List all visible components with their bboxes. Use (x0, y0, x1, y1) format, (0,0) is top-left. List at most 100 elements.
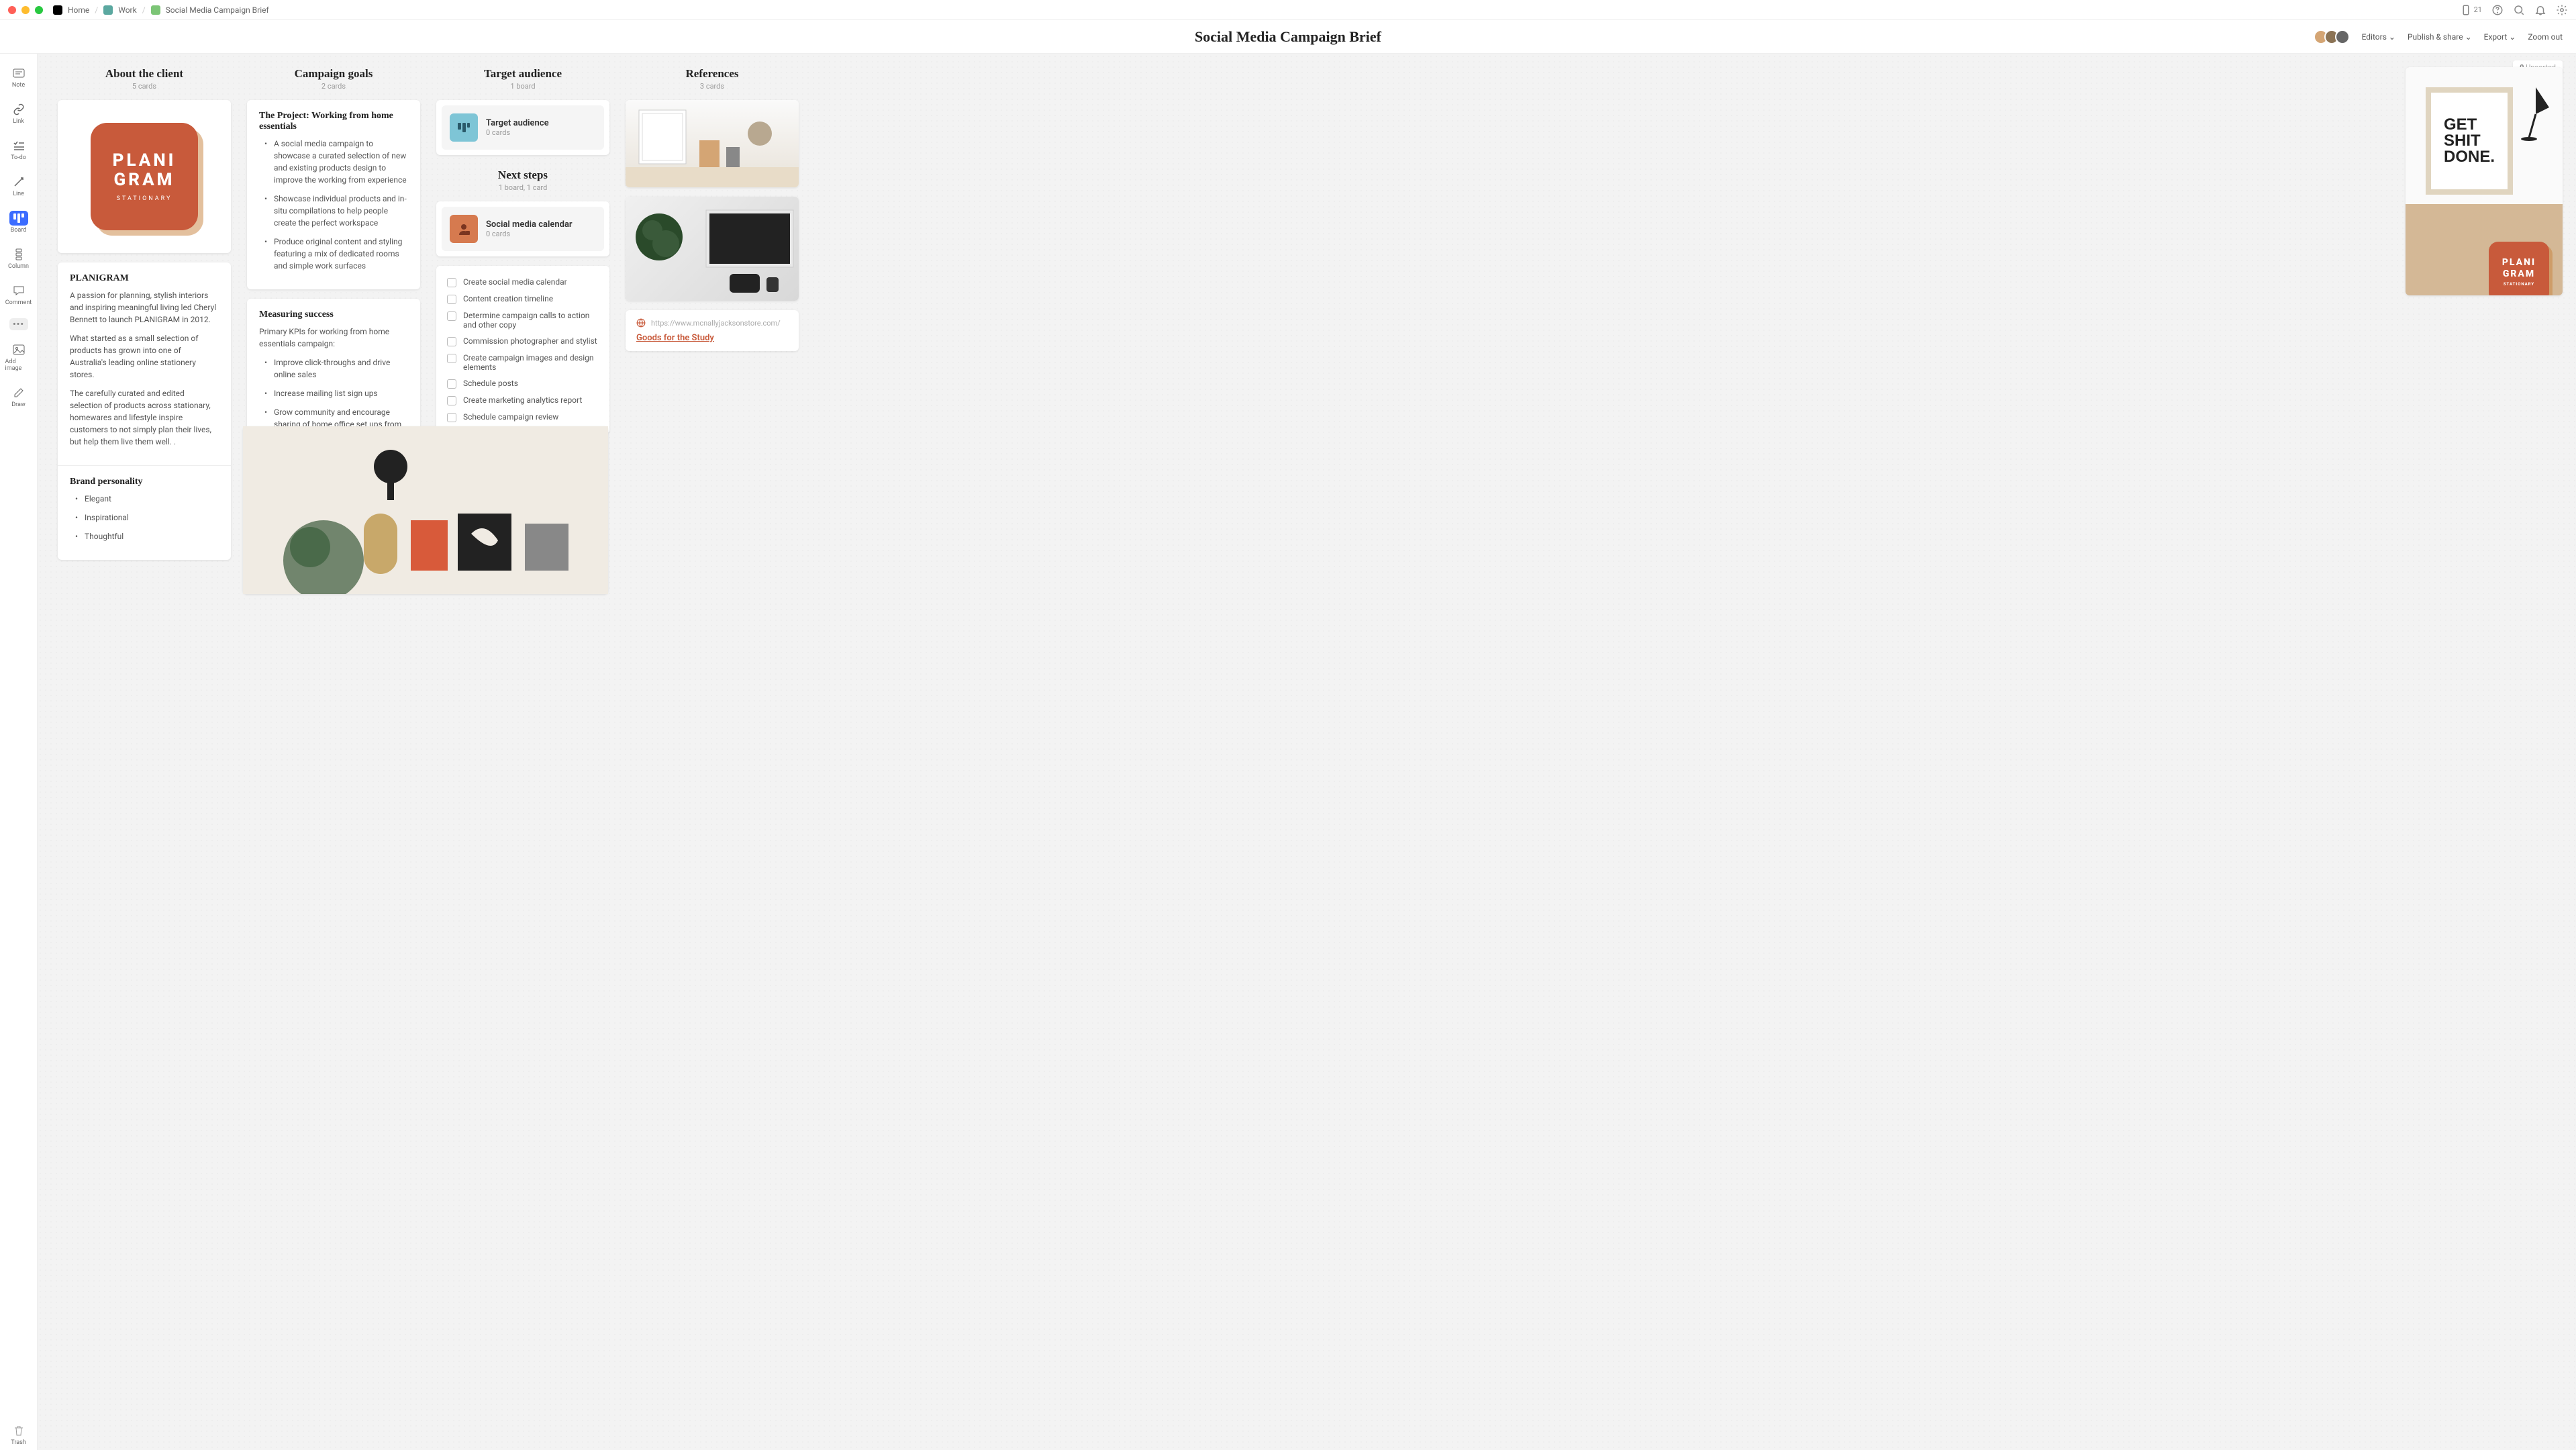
todo-item[interactable]: Content creation timeline (444, 291, 601, 307)
project-card[interactable]: The Project: Working from home essential… (247, 100, 420, 289)
breadcrumb-separator: / (95, 5, 98, 15)
column-meta: 1 board (436, 82, 609, 91)
lamp-icon (2516, 81, 2556, 141)
about-card[interactable]: PLANIGRAM A passion for planning, stylis… (58, 262, 231, 560)
column-title: References (626, 67, 799, 81)
export-dropdown[interactable]: Export ⌄ (2484, 32, 2516, 42)
floating-image-card[interactable]: GET SHIT DONE. PLANI GRAM STATIONARY (2406, 67, 2563, 295)
bell-icon[interactable] (2534, 4, 2546, 16)
column-header[interactable]: Next steps 1 board, 1 card (436, 168, 609, 192)
avatar-stack[interactable] (2318, 30, 2350, 44)
reference-link-card[interactable]: https://www.mcnallyjacksonstore.com/ Goo… (626, 310, 799, 351)
minimize-window-button[interactable] (21, 6, 30, 14)
sidebar-item-todo[interactable]: To-do (3, 134, 35, 165)
column-goals: Campaign goals 2 cards The Project: Work… (247, 67, 420, 469)
checkbox[interactable] (447, 396, 456, 405)
zoom-out-button[interactable]: Zoom out (2528, 32, 2563, 42)
brand-list: Elegant Inspirational Thoughtful (70, 493, 219, 542)
todo-item[interactable]: Create marketing analytics report (444, 392, 601, 409)
sidebar-item-label: To-do (11, 154, 26, 161)
sidebar-item-line[interactable]: Line (3, 171, 35, 201)
todo-icon (9, 138, 28, 153)
sidebar-item-column[interactable]: Column (3, 243, 35, 274)
board-icon (450, 113, 478, 142)
breadcrumb: Home / Work / Social Media Campaign Brie… (53, 5, 269, 15)
column-icon (9, 247, 28, 262)
publish-label: Publish & share (2408, 32, 2463, 42)
reference-image (626, 100, 799, 187)
card-heading: Measuring success (259, 309, 408, 320)
sidebar-item-board[interactable]: Board (3, 207, 35, 238)
checkbox[interactable] (447, 278, 456, 287)
reference-image-2[interactable] (626, 197, 799, 301)
breadcrumb-doc[interactable]: Social Media Campaign Brief (166, 5, 269, 15)
sidebar-more-button[interactable]: ••• (9, 318, 28, 330)
avatar (2335, 30, 2350, 44)
checkbox[interactable] (447, 354, 456, 363)
sidebar-item-note[interactable]: Note (3, 62, 35, 93)
globe-icon (636, 318, 646, 328)
logo-card[interactable]: PLANI GRAM STATIONARY (58, 100, 231, 253)
column-header[interactable]: References 3 cards (626, 67, 799, 91)
board-ref-audience[interactable]: Target audience 0 cards (442, 105, 604, 150)
todo-item[interactable]: Schedule posts (444, 375, 601, 392)
search-icon[interactable] (2513, 4, 2525, 16)
column-header[interactable]: About the client 5 cards (58, 67, 231, 91)
column-title: Campaign goals (247, 67, 420, 81)
todo-label: Schedule campaign review (463, 412, 558, 422)
todo-list-card[interactable]: Create social media calendar Content cre… (436, 266, 609, 434)
column-references: References 3 cards (626, 67, 799, 360)
todo-item[interactable]: Commission photographer and stylist (444, 333, 601, 350)
todo-item[interactable]: Determine campaign calls to action and o… (444, 307, 601, 333)
device-count[interactable]: 21 (2460, 4, 2482, 16)
sidebar-item-label: Link (13, 118, 24, 125)
link-title[interactable]: Goods for the Study (636, 333, 788, 343)
calendar-board-card[interactable]: Social media calendar 0 cards (436, 201, 609, 256)
logo-line2: GRAM (114, 171, 175, 190)
desk-scene-image: GET SHIT DONE. PLANI GRAM STATIONARY (2406, 67, 2563, 295)
sidebar-item-draw[interactable]: Draw (3, 381, 35, 412)
board-ref-calendar[interactable]: Social media calendar 0 cards (442, 207, 604, 251)
titlebar: Home / Work / Social Media Campaign Brie… (0, 0, 2576, 20)
publish-dropdown[interactable]: Publish & share ⌄ (2408, 32, 2472, 42)
checkbox[interactable] (447, 311, 456, 321)
column-header[interactable]: Target audience 1 board (436, 67, 609, 91)
sidebar-item-comment[interactable]: Comment (3, 279, 35, 310)
checkbox[interactable] (447, 337, 456, 346)
pencil-icon (9, 385, 28, 400)
list-item: Produce original content and styling fea… (259, 236, 408, 272)
sidebar-item-add-image[interactable]: Add image (3, 338, 35, 376)
column-title: About the client (58, 67, 231, 81)
link-icon (9, 102, 28, 117)
column-header[interactable]: Campaign goals 2 cards (247, 67, 420, 91)
column-meta: 3 cards (626, 82, 799, 91)
checkbox[interactable] (447, 379, 456, 389)
canvas[interactable]: 0 Unsorted About the client 5 cards PLAN… (38, 54, 2576, 1450)
maximize-window-button[interactable] (35, 6, 43, 14)
todo-item[interactable]: Create campaign images and design elemen… (444, 350, 601, 375)
logo-sub: STATIONARY (117, 195, 172, 202)
sidebar-item-link[interactable]: Link (3, 98, 35, 129)
logo-sub: STATIONARY (2504, 282, 2534, 287)
hero-image-card[interactable] (243, 426, 608, 594)
todo-item[interactable]: Schedule campaign review (444, 409, 601, 426)
breadcrumb-work[interactable]: Work (118, 5, 136, 15)
close-window-button[interactable] (8, 6, 16, 14)
chevron-down-icon: ⌄ (2465, 32, 2472, 42)
checkbox[interactable] (447, 295, 456, 304)
board-ref-title: Target audience (486, 118, 549, 128)
editors-dropdown[interactable]: Editors ⌄ (2362, 32, 2395, 42)
project-bullets: A social media campaign to showcase a cu… (259, 138, 408, 272)
gear-icon[interactable] (2556, 4, 2568, 16)
todo-item[interactable]: Create social media calendar (444, 274, 601, 291)
board-ref-meta: 0 cards (486, 128, 549, 137)
sidebar-item-trash[interactable]: Trash (3, 1419, 35, 1450)
reference-image-1[interactable] (626, 100, 799, 187)
column-title: Target audience (436, 67, 609, 81)
main: Note Link To-do Line Board Column Commen… (0, 54, 2576, 1450)
about-paragraph: A passion for planning, stylish interior… (70, 289, 219, 326)
breadcrumb-home[interactable]: Home (68, 5, 89, 15)
help-icon[interactable] (2491, 4, 2504, 16)
checkbox[interactable] (447, 413, 456, 422)
audience-board-card[interactable]: Target audience 0 cards (436, 100, 609, 155)
